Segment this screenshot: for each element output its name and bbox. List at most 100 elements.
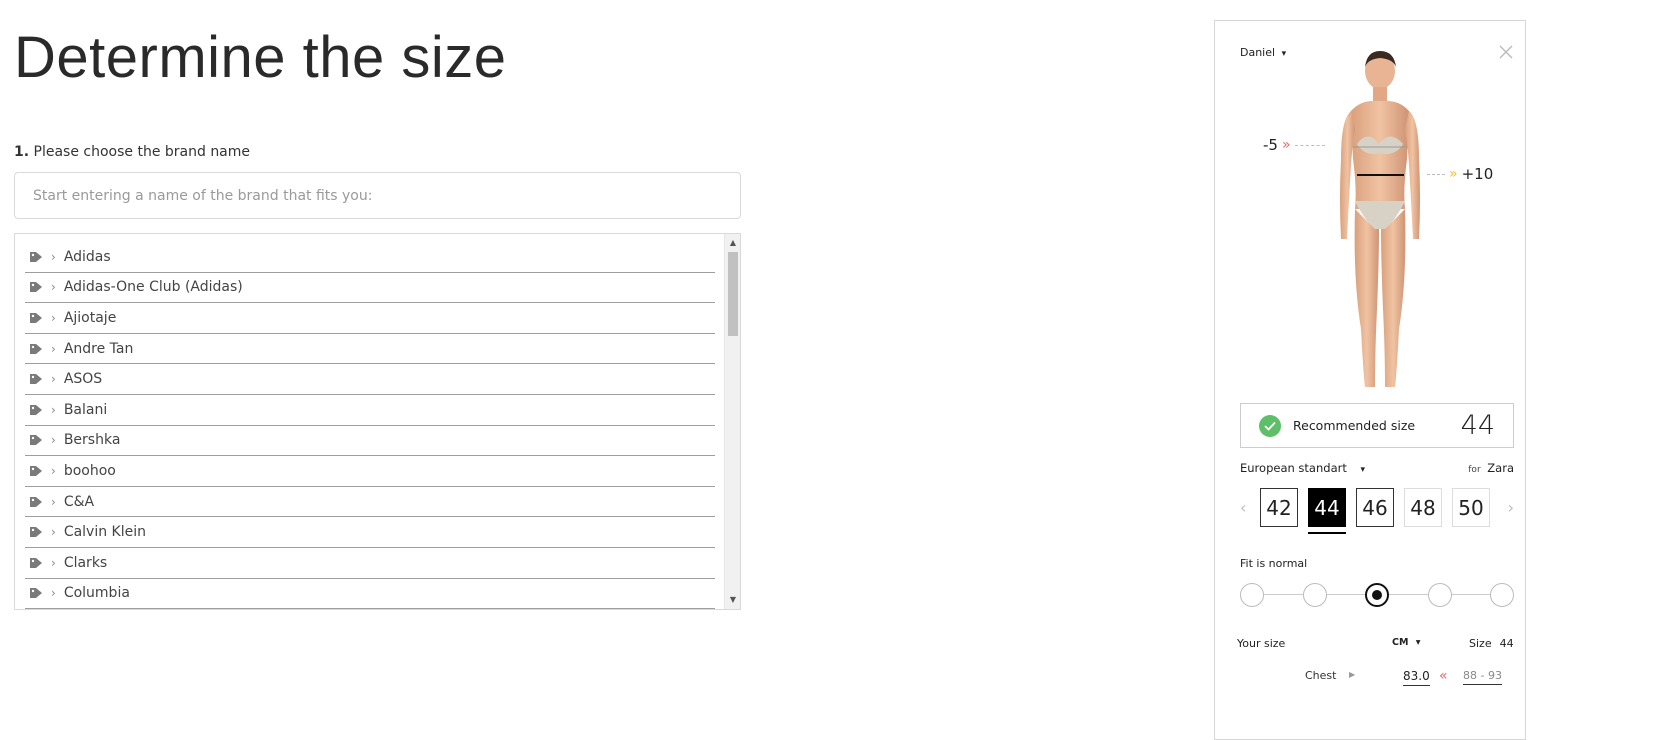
measure-right-value: +10 xyxy=(1461,165,1494,183)
profile-name: Daniel xyxy=(1240,46,1276,59)
chevron-right-icon: › xyxy=(51,280,56,295)
brand-name: boohoo xyxy=(63,462,116,479)
double-chevron-left-icon: « xyxy=(1439,668,1448,684)
page-title: Determine the size xyxy=(14,25,507,90)
tag-icon xyxy=(30,343,42,354)
scrollbar-thumb[interactable] xyxy=(728,252,738,336)
play-icon[interactable]: ▶ xyxy=(1349,670,1355,679)
fit-option[interactable] xyxy=(1428,583,1452,607)
brand-name: Bershka xyxy=(63,432,121,449)
chevron-right-icon: › xyxy=(51,586,56,601)
close-icon[interactable] xyxy=(1497,43,1515,61)
chevron-right-icon: › xyxy=(51,494,56,509)
recommended-size-label: Recommended size xyxy=(1293,418,1416,433)
chevron-down-icon: ▾ xyxy=(1415,637,1421,648)
brand-list-scrollbar[interactable]: ▲ ▼ xyxy=(724,234,740,609)
chevron-left-icon[interactable]: ‹ xyxy=(1240,498,1246,517)
size-summary-label: Size xyxy=(1469,637,1492,650)
size-option-42[interactable]: 42 xyxy=(1260,488,1298,527)
size-summary: Size 44 xyxy=(1469,637,1514,650)
tag-icon xyxy=(30,496,42,507)
tag-icon xyxy=(30,312,42,323)
fit-option[interactable] xyxy=(1303,583,1327,607)
brand-rows: › Adidas › Adidas-One Club (Adidas) › Ajiotaj… xyxy=(25,242,715,609)
brand-list-item[interactable]: › Andre Tan xyxy=(25,334,715,365)
chevron-right-icon[interactable]: › xyxy=(1508,498,1514,517)
fit-label: Fit is normal xyxy=(1240,557,1308,570)
double-chevron-right-icon: » xyxy=(1281,137,1291,153)
tag-icon xyxy=(30,557,42,568)
brand-list-item[interactable]: › boohoo xyxy=(25,456,715,487)
chevron-right-icon: › xyxy=(51,341,56,356)
chest-range: 88 - 93 xyxy=(1463,669,1502,685)
step-number: 1. xyxy=(14,144,30,160)
measure-left-dots xyxy=(1294,144,1325,146)
brand-list-item[interactable]: › Adidas xyxy=(25,242,715,273)
chevron-down-icon: ▾ xyxy=(1360,465,1366,475)
standard-row: European standart ▾ for Zara xyxy=(1240,461,1514,475)
chevron-down-icon: ▾ xyxy=(1281,49,1287,59)
chevron-right-icon: › xyxy=(51,310,56,325)
size-option-50[interactable]: 50 xyxy=(1452,488,1490,527)
scroll-down-arrow-icon[interactable]: ▼ xyxy=(725,593,740,607)
selected-size-underline xyxy=(1308,532,1346,534)
chevron-right-icon: › xyxy=(51,249,56,264)
chest-label: Chest xyxy=(1305,669,1337,682)
for-label: for xyxy=(1468,465,1481,475)
recommended-size-box: Recommended size 44 xyxy=(1240,403,1514,448)
check-icon xyxy=(1259,414,1281,437)
brand-list-item[interactable]: › Calvin Klein xyxy=(25,517,715,548)
your-size-label: Your size xyxy=(1237,637,1286,650)
profile-select[interactable]: Daniel ▾ xyxy=(1240,46,1286,59)
brand-list-item[interactable]: › ASOS xyxy=(25,364,715,395)
size-option-44[interactable]: 44 xyxy=(1308,488,1346,527)
size-option-46[interactable]: 46 xyxy=(1356,488,1394,527)
brand-name: Balani xyxy=(63,401,108,418)
chevron-right-icon: › xyxy=(51,555,56,570)
brand-list[interactable]: › Adidas › Adidas-One Club (Adidas) › Ajiotaj… xyxy=(14,233,741,610)
fit-option[interactable] xyxy=(1365,583,1389,607)
brand-list-item[interactable]: › Bershka xyxy=(25,426,715,457)
size-widget: Daniel ▾ -5 » » +10 Recommended size 44 … xyxy=(1214,20,1526,740)
brand-name: Columbia xyxy=(63,585,130,602)
size-option-48[interactable]: 48 xyxy=(1404,488,1442,527)
for-brand: for Zara xyxy=(1468,461,1514,475)
recommended-size-value: 44 xyxy=(1460,410,1495,441)
brand-list-item[interactable]: › Columbia xyxy=(25,579,715,609)
chevron-right-icon: › xyxy=(51,463,56,478)
step-text: Please choose the brand name xyxy=(33,144,251,160)
brand-name: Clarks xyxy=(63,554,108,571)
brand-list-item[interactable]: › Clarks xyxy=(25,548,715,579)
brand-name: Calvin Klein xyxy=(63,524,147,541)
size-summary-value: 44 xyxy=(1499,637,1514,650)
scroll-up-arrow-icon[interactable]: ▲ xyxy=(725,236,740,250)
chevron-right-icon: › xyxy=(51,433,56,448)
chest-value: 83.0 xyxy=(1403,669,1430,686)
brand-list-item[interactable]: › Adidas-One Club (Adidas) xyxy=(25,273,715,304)
fit-option[interactable] xyxy=(1240,583,1264,607)
measure-right-dots xyxy=(1427,173,1445,175)
chevron-right-icon: › xyxy=(51,402,56,417)
tag-icon xyxy=(30,527,42,538)
brand-search-input[interactable] xyxy=(14,172,741,219)
brand-name: Adidas-One Club (Adidas) xyxy=(63,279,243,296)
tag-icon xyxy=(30,251,42,262)
size-standard-select[interactable]: European standart ▾ xyxy=(1240,461,1365,475)
measure-left-value: -5 xyxy=(1263,136,1278,154)
brand-list-item[interactable]: › Balani xyxy=(25,395,715,426)
body-model-image xyxy=(1340,51,1420,387)
fit-option[interactable] xyxy=(1490,583,1514,607)
tag-icon xyxy=(30,435,42,446)
brand-list-item[interactable]: › C&A xyxy=(25,487,715,518)
unit-select[interactable]: CM ▾ xyxy=(1392,637,1421,648)
tag-icon xyxy=(30,588,42,599)
for-brand-name: Zara xyxy=(1487,461,1514,475)
measure-left: -5 » xyxy=(1263,136,1325,154)
size-standard-value: European standart xyxy=(1240,461,1347,475)
fit-slider[interactable] xyxy=(1240,583,1514,607)
brand-name: Andre Tan xyxy=(63,340,134,357)
brand-name: Adidas xyxy=(63,248,111,265)
brand-name: C&A xyxy=(63,493,95,510)
tag-icon xyxy=(30,404,42,415)
brand-list-item[interactable]: › Ajiotaje xyxy=(25,303,715,334)
